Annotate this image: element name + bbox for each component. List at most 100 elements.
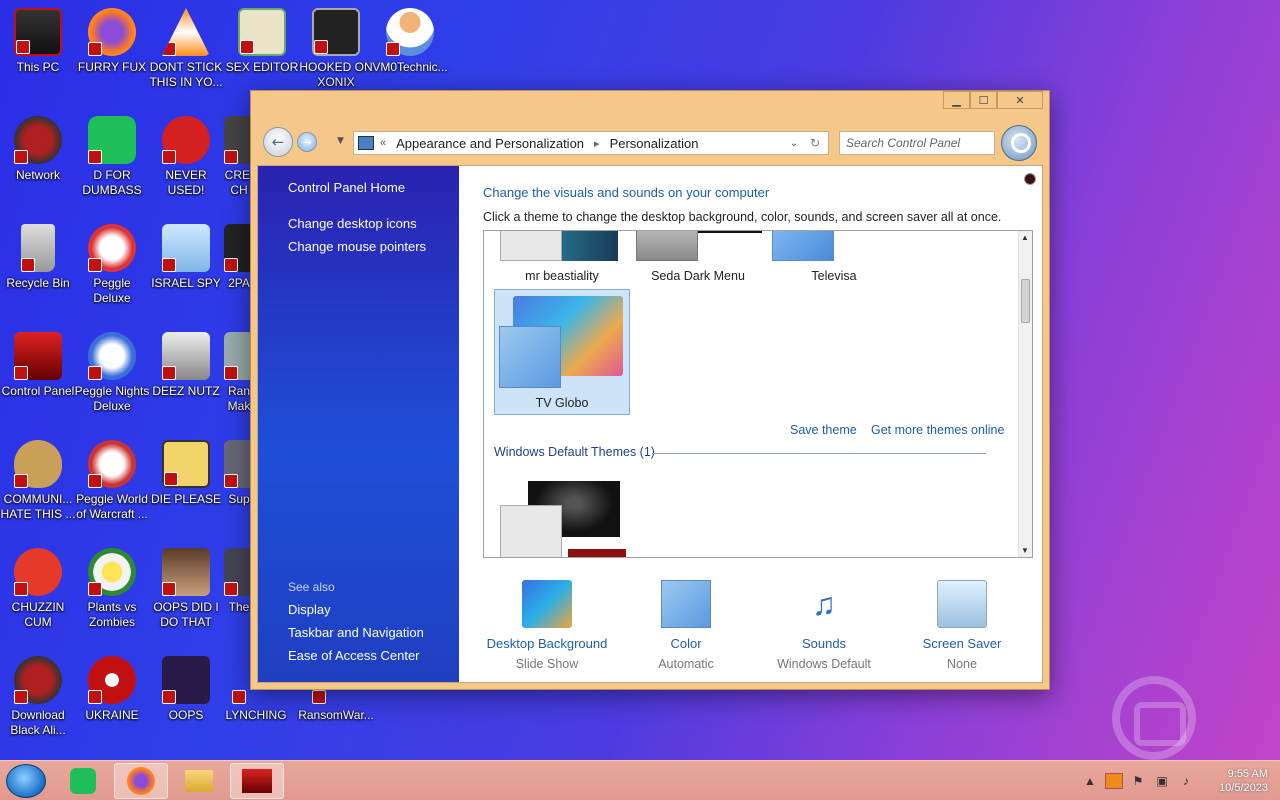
- theme-color-swatch: [500, 505, 562, 557]
- desktop-icon-deez-nutz[interactable]: DEEZ NUTZ: [148, 332, 224, 399]
- overflow-chevron-icon[interactable]: «: [380, 137, 386, 149]
- breadcrumb-appearance[interactable]: Appearance and Personalization: [396, 136, 584, 151]
- desktop-icon-network[interactable]: Network: [0, 116, 76, 183]
- theme-color-swatch: [500, 231, 562, 261]
- ease-of-access-link[interactable]: Ease of Access Center: [288, 648, 420, 663]
- desktop-icon-vm0technic[interactable]: VM0Technic...: [372, 8, 448, 75]
- back-arrow-icon: ←: [271, 133, 285, 151]
- network-tray-icon[interactable]: ▣: [1153, 773, 1171, 789]
- theme-televisa[interactable]: Televisa: [766, 269, 902, 283]
- firefox-icon: [127, 767, 155, 795]
- theme-thumbnail-default-overlay: [568, 549, 626, 557]
- desktop-icon-furry-fux[interactable]: FURRY FUX: [74, 8, 150, 75]
- address-bar[interactable]: « Appearance and Personalization ▸ Perso…: [353, 131, 829, 155]
- xonix-icon: [312, 8, 360, 56]
- scroll-down-icon[interactable]: ▼: [1021, 546, 1029, 555]
- clock[interactable]: 9:55 AM 10/5/2023: [1198, 767, 1268, 795]
- flag-icon[interactable]: ⚑: [1129, 773, 1147, 789]
- desktop-icon-dont-stick[interactable]: DONT STICK THIS IN YO...: [148, 8, 224, 90]
- help-icon[interactable]: [1024, 173, 1036, 185]
- maximize-button[interactable]: ☐: [970, 91, 997, 109]
- desktop-icon-sex-editor[interactable]: SEX EDITOR: [224, 8, 300, 75]
- tray-app-icon[interactable]: [1105, 773, 1123, 789]
- scrollbar-thumb[interactable]: [1021, 279, 1030, 323]
- taskbar-app-file-explorer[interactable]: [172, 763, 226, 799]
- taskbar-app-spreadsheet[interactable]: [56, 763, 110, 799]
- forward-arrow-icon: →: [302, 135, 312, 149]
- theme-label: mr beastiality: [525, 269, 599, 283]
- spreadsheet-icon: [88, 116, 136, 164]
- theme-seda-dark-menu[interactable]: Seda Dark Menu: [630, 269, 766, 283]
- close-button[interactable]: ✕: [997, 91, 1043, 109]
- theme-thumbnail-televisa[interactable]: [772, 231, 834, 261]
- show-hidden-icons-icon[interactable]: ▲: [1081, 773, 1099, 789]
- scroll-up-icon[interactable]: ▲: [1021, 233, 1029, 242]
- portrait-icon: [162, 548, 210, 596]
- desktop-icon-never-used[interactable]: NEVER USED!: [148, 116, 224, 198]
- minimize-button[interactable]: ▁: [943, 91, 970, 109]
- dark-app-icon: [162, 656, 210, 704]
- recycle-bin-icon: [21, 224, 55, 272]
- change-mouse-pointers-link[interactable]: Change mouse pointers: [288, 239, 426, 254]
- peggle-icon: [88, 224, 136, 272]
- desktop-icon-recycle-bin[interactable]: Recycle Bin: [0, 224, 76, 291]
- taskbar-app-firefox[interactable]: [114, 763, 168, 799]
- themes-scrollbar[interactable]: ▲ ▼: [1018, 231, 1032, 557]
- money-bag-icon: [14, 440, 62, 488]
- desktop-icon-control-panel[interactable]: Control Panel: [0, 332, 76, 399]
- recent-pages-dropdown[interactable]: ▼: [337, 136, 344, 146]
- desktop-icon-communi[interactable]: COMMUNI... HATE THIS ...: [0, 440, 76, 522]
- desktop-icon-d-for-dumbass[interactable]: D FOR DUMBASS: [74, 116, 150, 198]
- display-link[interactable]: Display: [288, 602, 331, 617]
- folder-icon: [185, 770, 213, 792]
- breadcrumb-separator-icon[interactable]: ▸: [594, 137, 600, 150]
- desktop-icon-die-please[interactable]: DIE PLEASE: [148, 440, 224, 507]
- search-icon[interactable]: [1001, 125, 1037, 161]
- theme-mr-beastiality[interactable]: mr beastiality: [494, 269, 630, 283]
- tv-globo-watermark-logo: [1112, 676, 1196, 760]
- desktop-icon-oops[interactable]: OOPS: [148, 656, 224, 723]
- breadcrumb-personalization[interactable]: Personalization: [610, 136, 699, 151]
- screen-saver-item[interactable]: Screen Saver None: [897, 580, 1027, 671]
- desktop-background-title: Desktop Background: [486, 636, 608, 651]
- desktop-icon-ukraine[interactable]: UKRAINE: [74, 656, 150, 723]
- page-title: Change the visuals and sounds on your co…: [483, 185, 770, 200]
- desktop-icon-peggle-nights[interactable]: Peggle Nights Deluxe: [74, 332, 150, 414]
- themes-list[interactable]: mr beastiality Seda Dark Menu Televisa T…: [483, 230, 1033, 558]
- windows-stack-icon: [162, 332, 210, 380]
- desktop-icon-oops-did-i[interactable]: OOPS DID I DO THAT: [148, 548, 224, 630]
- save-theme-link[interactable]: Save theme: [790, 423, 857, 437]
- color-wheel-icon: [661, 580, 711, 628]
- color-item[interactable]: Color Automatic: [621, 580, 751, 671]
- navigation-bar: ← → ▼ « Appearance and Personalization ▸…: [261, 125, 1039, 161]
- theme-tv-globo[interactable]: TV Globo: [494, 289, 630, 415]
- volume-icon[interactable]: ♪: [1177, 773, 1195, 789]
- refresh-icon[interactable]: ↻: [810, 136, 820, 150]
- control-panel-home-link[interactable]: Control Panel Home: [288, 180, 405, 195]
- sounds-item[interactable]: ♫ Sounds Windows Default: [759, 580, 889, 671]
- taskbar-navigation-link[interactable]: Taskbar and Navigation: [288, 625, 424, 640]
- desktop-icon-pvz[interactable]: Plants vs Zombies: [74, 548, 150, 630]
- desktop-background-item[interactable]: Desktop Background Slide Show: [482, 580, 612, 671]
- desktop-icon-download-black-ali[interactable]: Download Black Ali...: [0, 656, 76, 738]
- change-desktop-icons-link[interactable]: Change desktop icons: [288, 216, 417, 231]
- network-icon: [14, 116, 62, 164]
- back-button[interactable]: ←: [263, 127, 293, 157]
- desktop-icon-this-pc[interactable]: This PC: [0, 8, 76, 75]
- spreadsheet-icon: [70, 768, 96, 794]
- chuzzle-icon: [14, 548, 62, 596]
- desktop-icon-peggle-wow[interactable]: Peggle World of Warcraft ...: [74, 440, 150, 522]
- taskbar-app-control-panel[interactable]: [230, 763, 284, 799]
- desktop-icon-israel-spy[interactable]: ISRAEL SPY: [148, 224, 224, 291]
- get-more-themes-link[interactable]: Get more themes online: [871, 423, 1004, 437]
- address-dropdown-icon[interactable]: ⌄: [790, 138, 798, 149]
- desktop-icon-chuzzin-cum[interactable]: CHUZZIN CUM: [0, 548, 76, 630]
- forward-button[interactable]: →: [297, 132, 317, 152]
- sounds-value: Windows Default: [777, 657, 871, 671]
- desktop-icon-hooked-on-xonix[interactable]: HOOKED ON XONIX: [298, 8, 374, 90]
- desktop-icon-peggle-deluxe[interactable]: Peggle Deluxe: [74, 224, 150, 306]
- maximize-icon: ☐: [978, 93, 989, 107]
- chevron-down-icon: ▼: [337, 136, 344, 146]
- start-button[interactable]: [6, 764, 46, 798]
- search-input[interactable]: Search Control Panel: [839, 131, 995, 155]
